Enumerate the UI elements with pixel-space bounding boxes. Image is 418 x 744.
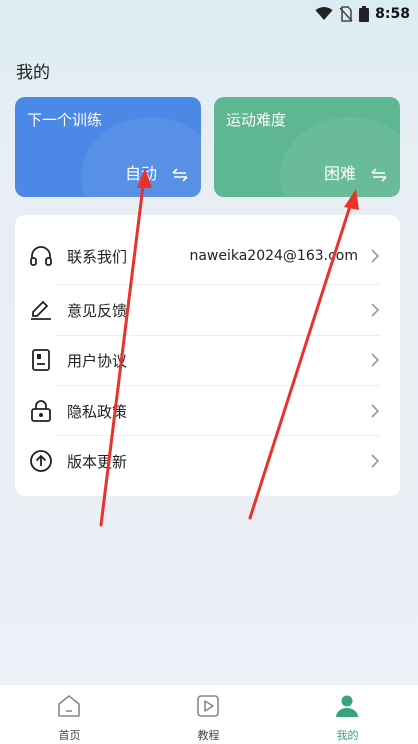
chevron-right-icon (371, 454, 380, 468)
menu-item-feedback[interactable]: 意见反馈 (15, 285, 400, 335)
bottom-nav: 首页 教程 我的 (0, 684, 418, 744)
headset-icon (30, 246, 52, 266)
chevron-right-icon (371, 404, 380, 418)
status-icons: 8:58 (315, 4, 410, 24)
video-icon (197, 695, 219, 717)
no-sim-icon (339, 6, 353, 22)
menu-label-agreement: 用户协议 (67, 351, 128, 370)
menu-label-feedback: 意见反馈 (67, 301, 128, 320)
nav-label-home: 首页 (58, 729, 81, 742)
nav-item-tutorial[interactable]: 教程 (139, 685, 278, 744)
chevron-right-icon (371, 249, 380, 263)
nav-item-home[interactable]: 首页 (0, 685, 139, 744)
contact-email: naweika2024@163.com (189, 248, 358, 264)
home-icon (58, 695, 80, 717)
difficulty-title: 运动难度 (226, 111, 287, 129)
menu-label-update: 版本更新 (67, 452, 128, 471)
status-time: 8:58 (375, 6, 410, 22)
card-decoration (280, 117, 400, 197)
settings-menu: 联系我们 naweika2024@163.com 意见反馈 用户协议 隐私政策 … (15, 215, 400, 496)
battery-icon (359, 6, 370, 22)
status-bar: 8:58 (0, 0, 418, 28)
user-icon (336, 695, 358, 717)
edit-icon (31, 300, 51, 320)
wifi-icon (315, 7, 333, 20)
nav-label-mine: 我的 (336, 729, 359, 742)
switch-icon[interactable] (171, 167, 189, 183)
menu-label-privacy: 隐私政策 (67, 402, 128, 421)
menu-item-privacy[interactable]: 隐私政策 (15, 386, 400, 436)
nav-label-tutorial: 教程 (197, 729, 220, 742)
difficulty-value: 困难 (323, 164, 356, 183)
menu-item-update[interactable]: 版本更新 (15, 436, 400, 486)
menu-item-contact[interactable]: 联系我们 naweika2024@163.com (15, 231, 400, 281)
lock-icon (31, 400, 51, 422)
switch-icon[interactable] (370, 167, 388, 183)
chevron-right-icon (371, 353, 380, 367)
next-training-value: 自动 (124, 164, 157, 183)
menu-item-agreement[interactable]: 用户协议 (15, 335, 400, 385)
next-training-title: 下一个训练 (27, 111, 103, 129)
menu-label-contact: 联系我们 (67, 247, 128, 266)
document-icon (32, 349, 50, 371)
difficulty-card[interactable]: 运动难度 困难 (214, 97, 400, 197)
page-title: 我的 (16, 63, 50, 83)
chevron-right-icon (371, 303, 380, 317)
nav-item-mine[interactable]: 我的 (278, 685, 417, 744)
next-training-card[interactable]: 下一个训练 自动 (15, 97, 201, 197)
arrow-up-circle-icon (30, 450, 52, 472)
